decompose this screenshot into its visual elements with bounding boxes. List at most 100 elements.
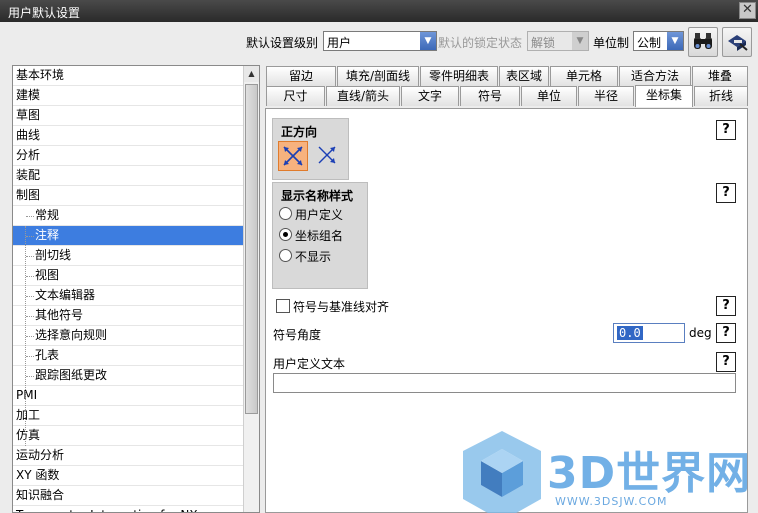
help-icon[interactable]: ? [716,183,736,203]
tree-item-label: 其他符号 [35,308,84,322]
find-button[interactable] [688,27,718,57]
tree-item-label: 加工 [16,408,41,422]
direction-x-button[interactable] [278,141,308,171]
tab[interactable]: 半径 [578,86,634,106]
tree-item[interactable]: 跟踪图纸更改 [13,366,243,386]
tree-item[interactable]: PMI [13,386,243,406]
tab[interactable]: 零件明细表 [420,66,498,86]
tab[interactable]: 单位 [521,86,577,106]
radio-label: 用户定义 [295,208,344,222]
window-title: 用户默认设置 [8,6,81,20]
tree-item[interactable]: 仿真 [13,426,243,446]
help-icon[interactable]: ? [716,120,736,140]
tree-scrollbar[interactable]: ▲ [243,66,259,512]
tab[interactable]: 直线/箭头 [326,86,400,106]
tree-item-label: 仿真 [16,428,41,442]
tree-item-label: XY 函数 [16,468,60,482]
chevron-down-icon: ▼ [667,32,683,50]
tree-connector [26,376,34,377]
angle-input[interactable]: 0.0 [613,323,685,343]
tree-item[interactable]: 基本环境 [13,66,243,86]
name-style-group: 显示名称样式 用户定义 坐标组名 不显示 [272,182,368,289]
tree-item[interactable]: XY 函数 [13,466,243,486]
tree-item-label: Teamcenter Integration for NX [16,506,198,512]
tree-connector [26,336,34,337]
level-label: 默认设置级别 [246,36,319,50]
tree-item-label: 注释 [35,228,60,242]
tree-item[interactable]: 其他符号 [13,306,243,326]
tree-item[interactable]: 分析 [13,146,243,166]
tree-item[interactable]: 视图 [13,266,243,286]
tree-item[interactable]: 制图 [13,186,243,206]
direction-group: 正方向 [272,118,349,180]
tree-item-label: 分析 [16,148,41,162]
tree-item-label: 曲线 [16,128,41,142]
tab[interactable]: 适合方法 [619,66,691,86]
scroll-thumb[interactable] [245,84,258,414]
tree-item[interactable]: 草图 [13,106,243,126]
tree-item-label: 跟踪图纸更改 [35,368,108,382]
help-icon[interactable]: ? [716,323,736,343]
watermark-url: WWW.3DSJW.COM [555,495,668,508]
tree-connector [26,216,34,217]
help-icon[interactable]: ? [716,352,736,372]
tab[interactable]: 填充/剖面线 [337,66,419,86]
tab[interactable]: 表区域 [499,66,549,86]
title-bar: 用户默认设置 ✕ [0,0,758,22]
tree-item-label: 运动分析 [16,448,65,462]
close-icon[interactable]: ✕ [739,2,756,19]
tab[interactable]: 尺寸 [266,86,325,106]
tree-item[interactable]: 加工 [13,406,243,426]
units-label: 单位制 [593,36,630,50]
tab[interactable]: 坐标集 [635,85,693,107]
tree-item[interactable]: 孔表 [13,346,243,366]
scroll-up-icon[interactable]: ▲ [244,66,259,82]
tree-item[interactable]: 建模 [13,86,243,106]
angle-value: 0.0 [617,326,643,340]
angle-unit: deg [689,326,712,340]
radio-button[interactable] [279,249,292,262]
direction-xy-button[interactable] [313,141,343,171]
filter-icon [728,35,748,51]
tree-item[interactable]: Teamcenter Integration for NX [13,506,243,512]
tree-item[interactable]: 选择意向规则 [13,326,243,346]
level-select[interactable]: 用户 ▼ [323,31,437,51]
tab[interactable]: 文字 [401,86,459,106]
level-value: 用户 [327,36,352,50]
filter-button[interactable] [722,27,752,57]
tree-item-label: 装配 [16,168,41,182]
direction-xy-icon [318,146,336,164]
tree-item[interactable]: 常规 [13,206,243,226]
tree-item[interactable]: 曲线 [13,126,243,146]
custom-text-input[interactable] [273,373,736,393]
radio-button[interactable] [279,207,292,220]
tab[interactable]: 符号 [460,86,520,106]
tree-connector [25,226,26,446]
tree-connector [26,256,34,257]
tree-item-label: 草图 [16,108,41,122]
units-select[interactable]: 公制 ▼ [633,31,684,51]
direction-group-title: 正方向 [281,125,318,139]
align-checkbox[interactable] [276,299,290,313]
tree-item[interactable]: 注释 [13,226,243,246]
tree-item[interactable]: 剖切线 [13,246,243,266]
angle-label: 符号角度 [273,328,322,342]
tree-item-label: PMI [16,388,38,402]
dialog-body: 默认设置级别 用户 ▼ 默认的锁定状态 解锁 ▼ 单位制 公制 ▼ Teamc [0,22,758,513]
tree-connector [26,236,34,237]
tree-item[interactable]: 文本编辑器 [13,286,243,306]
tree-item-label: 文本编辑器 [35,288,96,302]
name-style-title: 显示名称样式 [281,189,354,203]
tab[interactable]: 堆叠 [692,66,748,86]
category-tree[interactable]: Teamcenter Integration for NX 知识融合 XY 函数 运动… [12,65,260,513]
tab[interactable]: 折线 [694,86,748,106]
tree-item[interactable]: 装配 [13,166,243,186]
tab[interactable]: 单元格 [550,66,618,86]
tree-item[interactable]: 运动分析 [13,446,243,466]
tab[interactable]: 留边 [266,66,336,86]
tree-item-label: 知识融合 [16,488,65,502]
help-icon[interactable]: ? [716,296,736,316]
tree-item[interactable]: 知识融合 [13,486,243,506]
radio-label: 坐标组名 [295,229,344,243]
radio-button[interactable] [279,228,292,241]
